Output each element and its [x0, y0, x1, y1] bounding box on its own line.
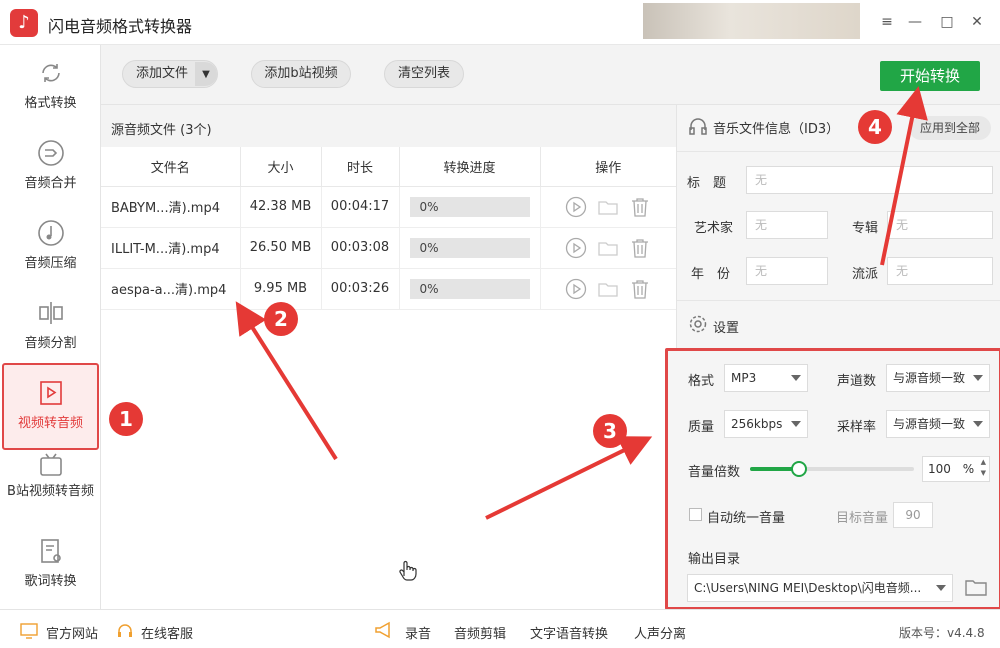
annotation-badge: 3 [593, 414, 627, 448]
hand-cursor-icon [399, 560, 417, 581]
annotation-badge: 4 [858, 110, 892, 144]
annotation-badge: 1 [109, 402, 143, 436]
annotation-arrows [235, 86, 928, 520]
annotation-badge: 2 [264, 302, 298, 336]
